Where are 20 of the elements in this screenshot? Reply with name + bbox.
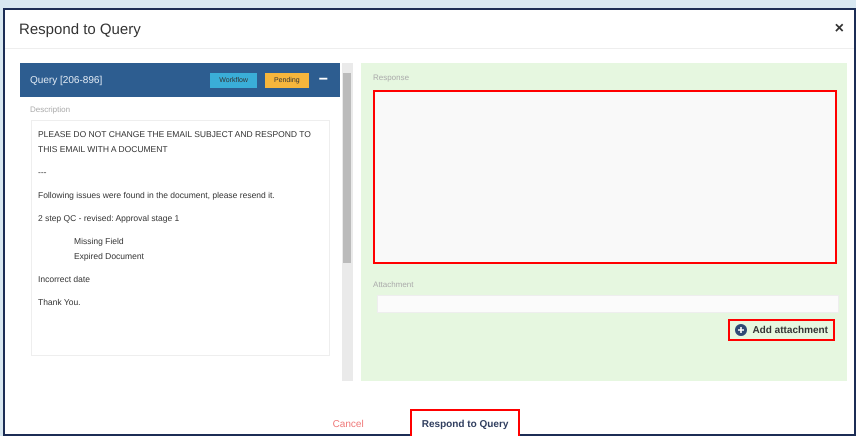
- attachment-label: Attachment: [373, 280, 414, 289]
- plus-circle-icon: [735, 324, 748, 336]
- add-attachment-button[interactable]: Add attachment: [728, 319, 835, 341]
- description-text: Thank You.: [38, 296, 82, 309]
- response-label: Response: [373, 73, 410, 82]
- close-button[interactable]: ×: [834, 20, 844, 38]
- collapse-button[interactable]: −: [316, 71, 330, 89]
- description-text: ---: [38, 166, 48, 179]
- attachment-field[interactable]: [377, 295, 839, 313]
- respond-button[interactable]: Respond to Query: [410, 409, 520, 436]
- description-text: 2 step QC - revised: Approval stage 1: [38, 212, 180, 225]
- description-text: Incorrect date: [38, 273, 91, 286]
- description-text: PLEASE DO NOT CHANGE THE EMAIL SUBJECT AND RESPOND TO THIS EMAIL WITH A DOCUMENT: [38, 128, 312, 156]
- description-label: Description: [30, 105, 72, 114]
- description-text: Following issues were found in the document, please resend it.: [38, 189, 276, 202]
- description-text: Missing Field Expired Document: [73, 235, 145, 263]
- dialog-title: Respond to Query: [19, 20, 141, 38]
- scrollbar[interactable]: [342, 63, 353, 381]
- query-title: Query [206-896]: [30, 74, 104, 86]
- response-field[interactable]: [373, 90, 837, 264]
